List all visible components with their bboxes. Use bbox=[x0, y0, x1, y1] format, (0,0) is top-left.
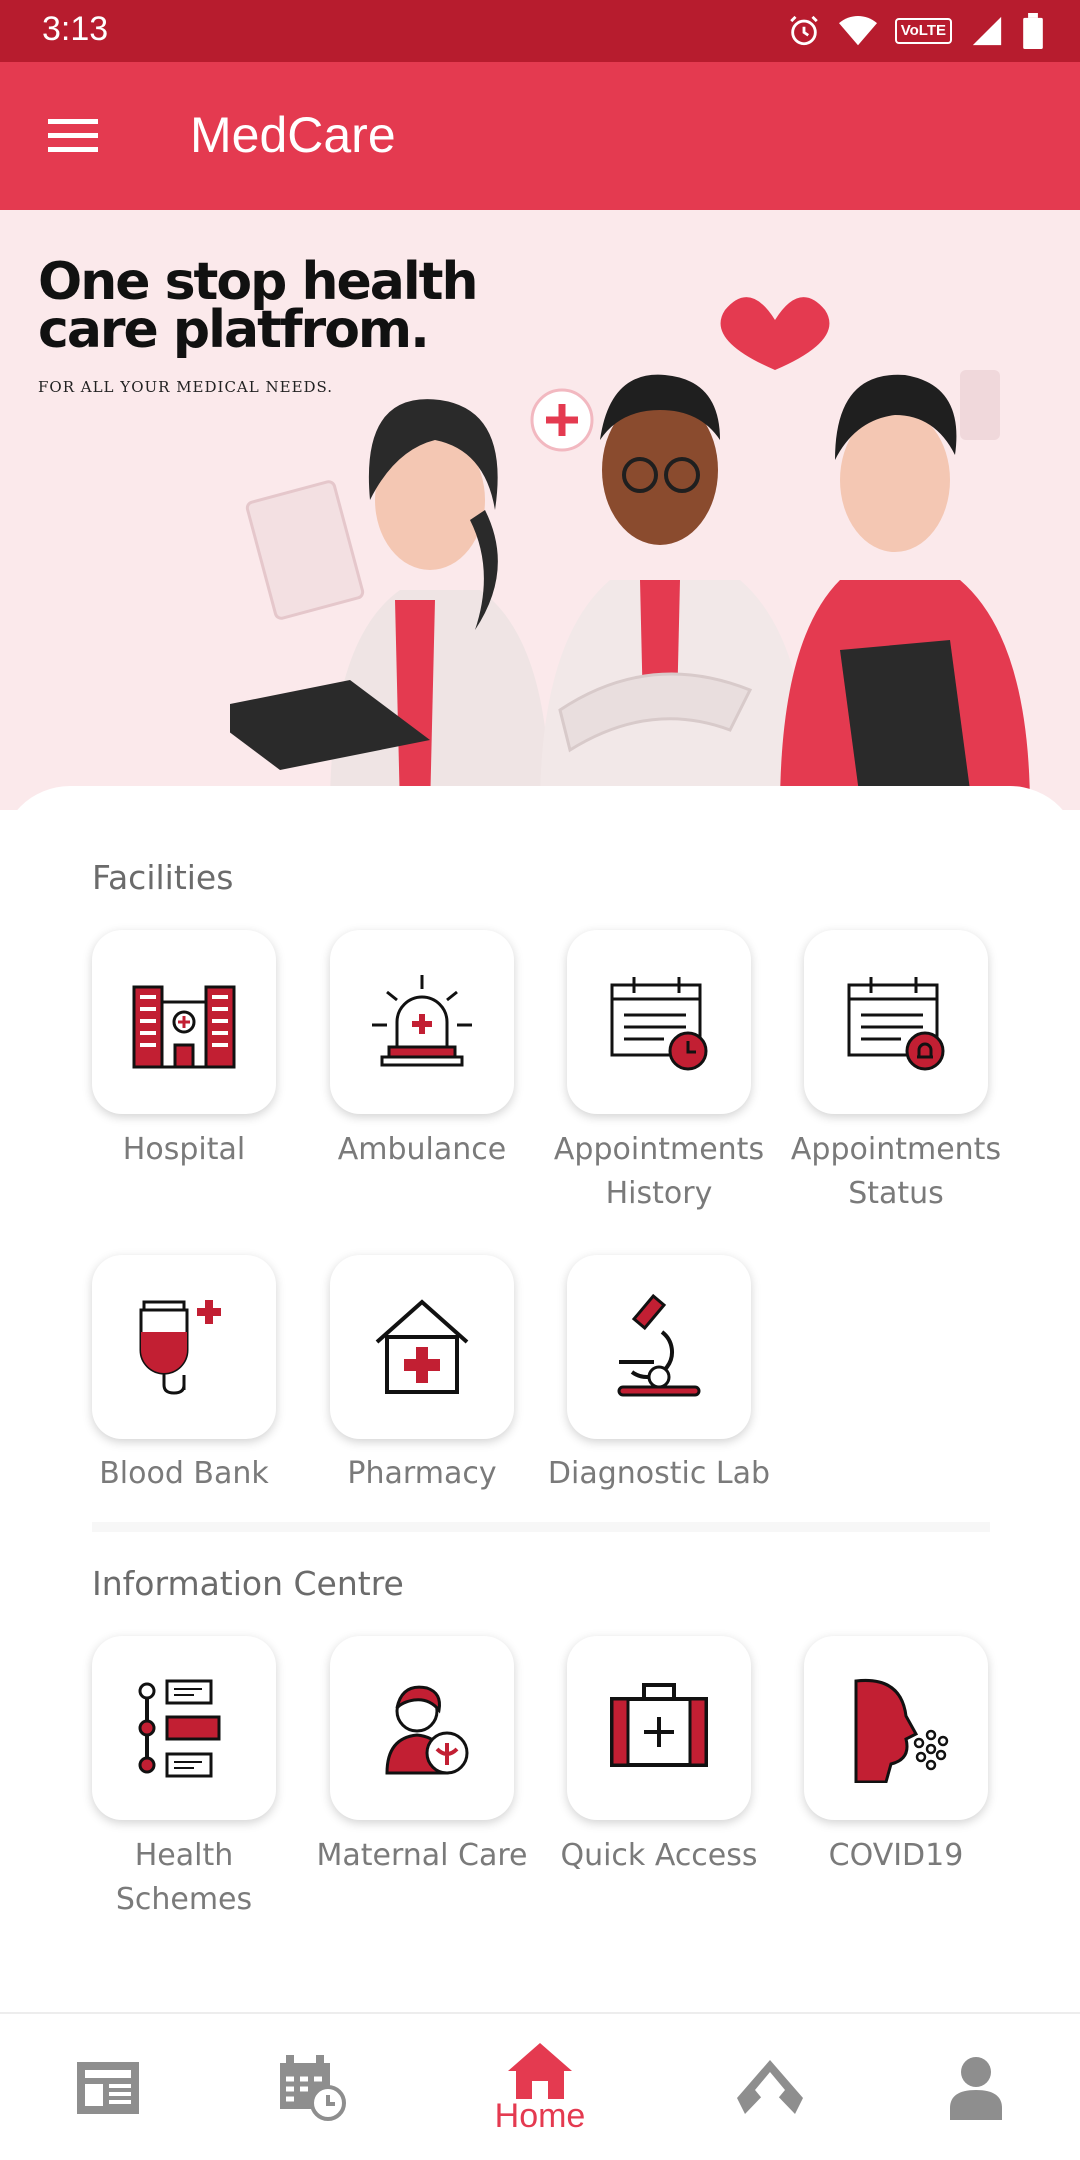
label-diagnostic-lab: Diagnostic Lab bbox=[547, 1456, 771, 1491]
blood-bag-icon bbox=[139, 1300, 221, 1395]
volte-badge: VoLTE bbox=[894, 18, 952, 44]
tile-appointments-status[interactable] bbox=[804, 930, 988, 1114]
label-hospital: Hospital bbox=[122, 1132, 246, 1167]
tile-diagnostic-lab[interactable] bbox=[567, 1255, 751, 1439]
nav-profile[interactable] bbox=[868, 2014, 1080, 2160]
app-bar: MedCare bbox=[0, 62, 1080, 210]
tile-hospital[interactable] bbox=[92, 930, 276, 1114]
microscope-icon bbox=[617, 1293, 701, 1397]
label-ambulance: Ambulance bbox=[337, 1132, 507, 1167]
schemes-list-icon bbox=[138, 1679, 221, 1778]
status-bar: 3:13 VoLTE bbox=[0, 0, 1080, 62]
status-icons: VoLTE bbox=[787, 13, 1044, 49]
alarm-icon bbox=[789, 15, 818, 46]
ribbon-icon bbox=[737, 2060, 803, 2114]
nav-awareness[interactable] bbox=[662, 2014, 878, 2160]
hamburger-menu-icon bbox=[48, 119, 98, 152]
menu-button[interactable] bbox=[38, 106, 110, 166]
label-blood-bank: Blood Bank bbox=[99, 1456, 269, 1491]
pharmacy-house-icon bbox=[375, 1299, 469, 1394]
label-appointments-history: Appointments History bbox=[553, 1132, 765, 1211]
appointment-history-icon bbox=[610, 977, 708, 1071]
label-health-schemes: Health Schemes bbox=[115, 1838, 253, 1917]
tile-quick-access[interactable] bbox=[567, 1636, 751, 1820]
bottom-navigation: Home bbox=[0, 2012, 1080, 2160]
label-maternal-care: Maternal Care bbox=[316, 1838, 528, 1873]
label-pharmacy: Pharmacy bbox=[347, 1456, 497, 1491]
covid-sneeze-icon bbox=[854, 1678, 949, 1783]
tile-ambulance[interactable] bbox=[330, 930, 514, 1114]
doctors-illustration bbox=[230, 297, 1030, 810]
maternal-care-icon bbox=[385, 1685, 469, 1775]
first-aid-kit-icon bbox=[610, 1683, 708, 1767]
tile-pharmacy[interactable] bbox=[330, 1255, 514, 1439]
nav-home-label: Home bbox=[494, 2096, 586, 2135]
facilities-title: Facilities bbox=[92, 858, 234, 897]
hero-banner: One stop health care platfrom. FOR ALL Y… bbox=[0, 210, 1080, 810]
tile-maternal-care[interactable] bbox=[330, 1636, 514, 1820]
status-time: 3:13 bbox=[42, 10, 109, 48]
nav-news[interactable] bbox=[0, 2014, 216, 2160]
section-divider bbox=[92, 1522, 990, 1532]
tile-appointments-history[interactable] bbox=[567, 930, 751, 1114]
profile-icon bbox=[950, 2057, 1002, 2120]
news-icon bbox=[77, 2062, 139, 2114]
signal-icon bbox=[972, 16, 1002, 46]
ambulance-siren-icon bbox=[372, 975, 472, 1067]
app-title: MedCare bbox=[190, 107, 396, 163]
home-icon bbox=[508, 2042, 572, 2099]
hospital-icon bbox=[132, 985, 236, 1069]
information-centre-title: Information Centre bbox=[92, 1564, 404, 1603]
wifi-icon bbox=[838, 15, 877, 46]
nav-home[interactable]: Home bbox=[432, 2014, 648, 2160]
label-quick-access: Quick Access bbox=[560, 1838, 758, 1873]
label-appointments-status: Appointments Status bbox=[790, 1132, 1002, 1211]
tile-blood-bank[interactable] bbox=[92, 1255, 276, 1439]
calendar-clock-icon bbox=[280, 2055, 346, 2121]
tile-covid19[interactable] bbox=[804, 1636, 988, 1820]
battery-icon bbox=[1023, 13, 1043, 49]
label-covid19: COVID19 bbox=[828, 1838, 964, 1873]
nav-appointments[interactable] bbox=[205, 2014, 421, 2160]
tile-health-schemes[interactable] bbox=[92, 1636, 276, 1820]
appointment-status-icon bbox=[847, 977, 945, 1071]
